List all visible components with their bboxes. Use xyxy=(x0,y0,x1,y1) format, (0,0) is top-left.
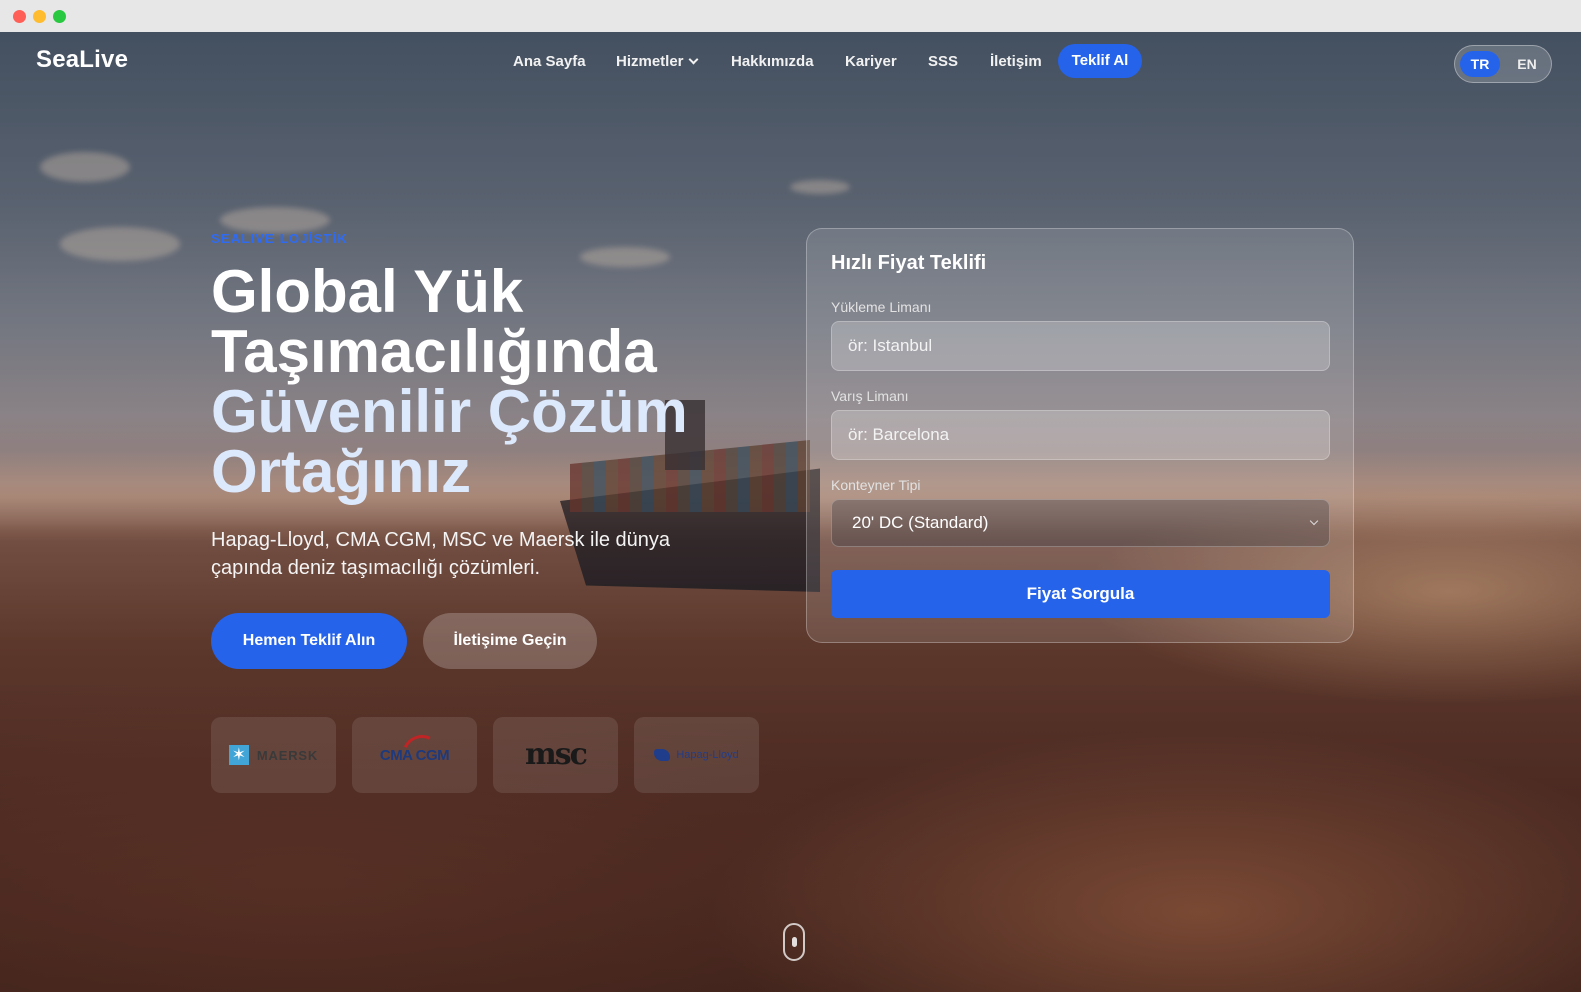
carrier-logo-msc: msc xyxy=(493,717,618,793)
maximize-window-button[interactable] xyxy=(53,10,66,23)
arrival-port-label: Varış Limanı xyxy=(831,388,909,404)
nav-item-about[interactable]: Hakkımızda xyxy=(731,53,814,70)
carrier-logo-hapag-lloyd: Hapag-Lloyd xyxy=(634,717,759,793)
hero-headline: Global Yük Taşımacılığında Güvenilir Çöz… xyxy=(211,262,771,502)
hero-eyebrow: SEALIVE LOJİSTİK xyxy=(211,231,348,246)
arrival-port-input[interactable] xyxy=(831,410,1330,460)
nav-item-contact[interactable]: İletişim xyxy=(990,53,1042,70)
language-tr-button[interactable]: TR xyxy=(1460,51,1500,77)
carrier-logo-cma-cgm: CMA CGM xyxy=(352,717,477,793)
container-type-label: Konteyner Tipi xyxy=(831,477,921,493)
carrier-name: CMA CGM xyxy=(380,728,450,781)
mouse-scroll-icon xyxy=(792,937,797,947)
loading-port-label: Yükleme Limanı xyxy=(831,299,932,315)
container-type-value: 20' DC (Standard) xyxy=(852,513,989,532)
main-navigation: SeaLive Ana Sayfa Hizmetler Hakkımızda K… xyxy=(0,32,1581,92)
carrier-name: Hapag-Lloyd xyxy=(676,749,739,761)
hero-section: SeaLive Ana Sayfa Hizmetler Hakkımızda K… xyxy=(0,32,1581,992)
carrier-logo-maersk: ✶ MAERSK xyxy=(211,717,336,793)
container-type-select[interactable]: 20' DC (Standard) xyxy=(831,499,1330,547)
minimize-window-button[interactable] xyxy=(33,10,46,23)
chevron-down-icon xyxy=(688,54,698,65)
headline-line: Taşımacılığında xyxy=(211,318,657,385)
maersk-star-icon: ✶ xyxy=(228,745,249,765)
loading-port-input[interactable] xyxy=(831,321,1330,371)
get-quote-nav-button[interactable]: Teklif Al xyxy=(1058,44,1142,78)
close-window-button[interactable] xyxy=(13,10,26,23)
scroll-down-indicator[interactable] xyxy=(783,923,805,961)
headline-accent-line: Güvenilir Çözüm xyxy=(211,378,688,445)
cma-cgm-swoosh-icon xyxy=(396,728,448,781)
quick-quote-card: Hızlı Fiyat Teklifi Yükleme Limanı Varış… xyxy=(806,228,1354,643)
carrier-name: MAERSK xyxy=(256,747,319,763)
get-quote-button[interactable]: Hemen Teklif Alın xyxy=(211,613,407,669)
nav-item-home[interactable]: Ana Sayfa xyxy=(513,53,586,70)
contact-us-button[interactable]: İletişime Geçin xyxy=(423,613,597,669)
headline-line: Global Yük xyxy=(211,258,524,325)
hapag-lloyd-icon xyxy=(654,749,671,761)
get-price-button[interactable]: Fiyat Sorgula xyxy=(831,570,1330,618)
hero-subtitle: Hapag-Lloyd, CMA CGM, MSC ve Maersk ile … xyxy=(211,529,671,579)
window-titlebar xyxy=(0,0,1581,32)
nav-item-services-label: Hizmetler xyxy=(616,53,684,70)
nav-item-faq[interactable]: SSS xyxy=(928,53,958,70)
carrier-name: msc xyxy=(525,737,588,772)
language-switcher: TR EN xyxy=(1454,45,1552,83)
brand-logo[interactable]: SeaLive xyxy=(36,46,128,74)
headline-accent-line: Ortağınız xyxy=(211,438,472,505)
nav-item-services[interactable]: Hizmetler xyxy=(616,53,698,70)
chevron-down-icon xyxy=(1309,516,1319,526)
language-en-button[interactable]: EN xyxy=(1508,51,1546,77)
quick-quote-title: Hızlı Fiyat Teklifi xyxy=(831,252,987,274)
nav-item-careers[interactable]: Kariyer xyxy=(845,53,897,70)
